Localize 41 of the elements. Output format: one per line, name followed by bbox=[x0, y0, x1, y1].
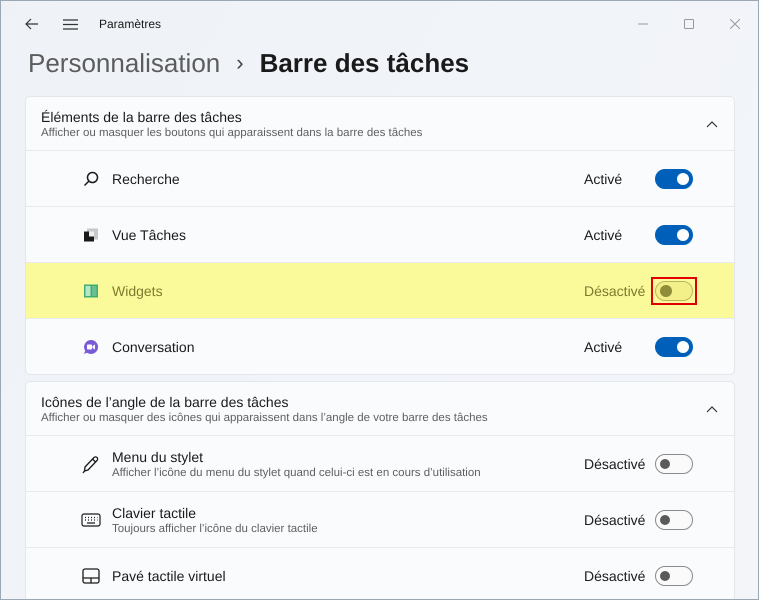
breadcrumb-separator: › bbox=[236, 50, 244, 76]
setting-description: Toujours afficher l’icône du clavier tactile bbox=[112, 522, 319, 534]
toggle-switch[interactable] bbox=[655, 168, 693, 188]
toggle-status: Désactivé bbox=[584, 512, 646, 528]
toggle-status: Désactivé bbox=[584, 282, 646, 298]
touchpad-icon bbox=[82, 568, 100, 584]
toggle-switch[interactable] bbox=[655, 454, 693, 474]
section-header[interactable]: Éléments de la barre des tâches Afficher ou masquer les boutons qui apparaissent dans la barre des tâches bbox=[26, 97, 734, 150]
setting-label: Recherche bbox=[112, 170, 181, 186]
toggle-status: Désactivé bbox=[584, 568, 646, 584]
toggle-status: Activé bbox=[584, 226, 624, 242]
breadcrumb-link[interactable]: Personnalisation bbox=[28, 48, 220, 78]
section-header[interactable]: Icônes de l’angle de la barre des tâches Afficher ou masquer des icônes qui apparaissent dans l’angle de votre barre des tâches bbox=[26, 382, 734, 435]
toggle-switch[interactable] bbox=[655, 336, 693, 356]
window-stack-icon bbox=[83, 226, 99, 242]
toggle-switch[interactable] bbox=[655, 224, 693, 244]
window-title: Paramètres bbox=[99, 17, 162, 31]
back-arrow-icon bbox=[25, 18, 39, 30]
toggle-switch[interactable] bbox=[655, 566, 693, 586]
setting-label: Clavier tactile bbox=[112, 504, 198, 520]
setting-description: Afficher l’icône du menu du stylet quand celui-ci est en cours d’utilisation bbox=[112, 466, 482, 478]
setting-label: Vue Tâches bbox=[112, 226, 187, 242]
toggle-status: Activé bbox=[584, 170, 624, 186]
widgets-icon bbox=[83, 282, 99, 298]
toggle-switch[interactable] bbox=[655, 280, 693, 300]
search-icon bbox=[83, 170, 99, 186]
toggle-status: Désactivé bbox=[584, 456, 646, 472]
maximize-icon bbox=[684, 19, 694, 29]
setting-label: Widgets bbox=[112, 282, 164, 298]
setting-label: Menu du stylet bbox=[112, 448, 204, 464]
setting-label: Conversation bbox=[112, 338, 196, 354]
menu-icon bbox=[62, 18, 78, 30]
minimize-icon bbox=[638, 23, 648, 25]
setting-label: Pavé tactile virtuel bbox=[112, 568, 227, 584]
toggle-switch[interactable] bbox=[655, 510, 693, 530]
chat-icon bbox=[83, 338, 99, 354]
close-icon bbox=[730, 19, 740, 29]
pen-icon bbox=[81, 454, 101, 474]
toggle-status: Activé bbox=[584, 338, 624, 354]
keyboard-icon bbox=[81, 512, 101, 528]
page-heading: Barre des tâches bbox=[260, 48, 470, 78]
